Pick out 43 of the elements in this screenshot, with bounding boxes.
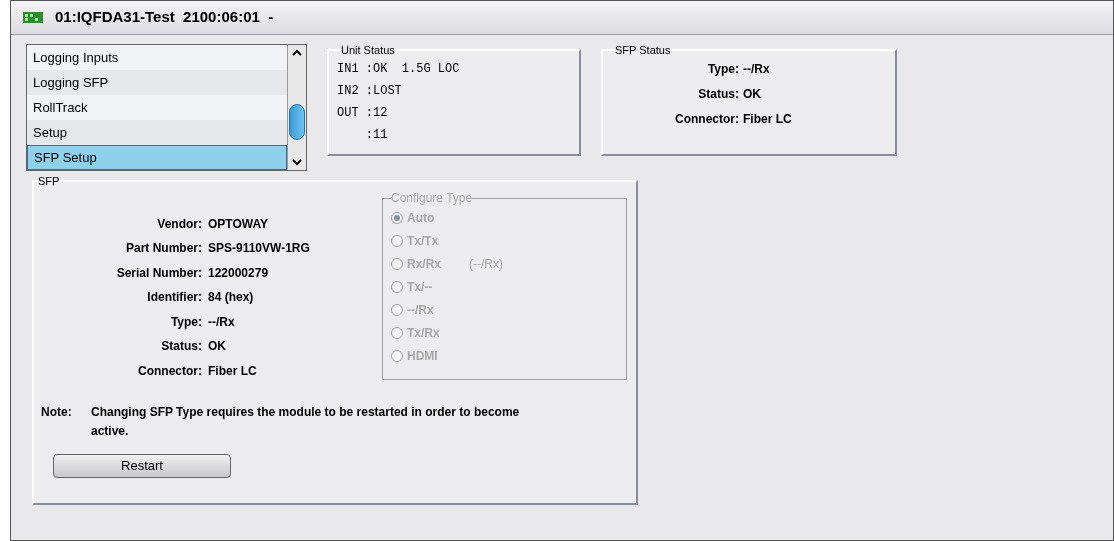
field-value: 122000279 [208, 264, 270, 282]
group-title: SFP Status [615, 44, 671, 56]
field-value: OPTOWAY [208, 216, 270, 233]
field-label: Connector: [674, 111, 740, 128]
group-title: SFP [38, 175, 60, 187]
module-icon [23, 12, 43, 23]
list-item[interactable]: RollTrack [27, 95, 287, 120]
scroll-up-icon[interactable] [292, 49, 302, 56]
list-item[interactable]: Logging SFP [27, 70, 287, 95]
field-value: --/Rx [743, 61, 771, 78]
field-label: Connector: [137, 362, 203, 380]
note-label: Note: [41, 404, 73, 421]
option-note: (--/Rx) [469, 256, 503, 273]
status-line: OUT :12 [337, 105, 389, 122]
field-value: 84 (hex) [208, 289, 255, 307]
list-item[interactable]: Logging Inputs [27, 45, 287, 70]
status-line: IN2 :LOST [337, 83, 403, 100]
scroll-down-icon[interactable] [292, 159, 302, 166]
field-label: Status: [160, 338, 203, 356]
field-value: OK [208, 338, 227, 356]
field-label: Vendor: [156, 216, 203, 233]
status-line: IN1 :OK 1.5G LOC [337, 61, 461, 78]
list-item[interactable]: Setup [27, 120, 287, 145]
status-line: :11 [364, 127, 389, 144]
field-label: Serial Number: [115, 264, 203, 282]
scrollbar[interactable] [287, 45, 306, 170]
list-item[interactable]: SFP Setup [27, 145, 287, 170]
field-value: SPS-9110VW-1RG [208, 240, 311, 258]
field-label: Part Number: [125, 240, 203, 258]
scroll-thumb[interactable] [289, 103, 305, 140]
group-title: Configure Type [391, 192, 473, 204]
field-value: OK [743, 86, 762, 103]
field-value: Fiber LC [743, 111, 793, 128]
window-title: 01:IQFDA31-Test 2100:06:01 - [55, 7, 274, 28]
field-value: --/Rx [208, 313, 236, 331]
restart-button[interactable]: Restart [53, 454, 231, 478]
group-title: Unit Status [341, 44, 395, 56]
field-label: Type: [706, 61, 740, 78]
note-text: Changing SFP Type requires the module to be restarted in order to become active. [91, 404, 521, 440]
field-label: Identifier: [146, 289, 203, 307]
field-label: Type: [169, 313, 203, 331]
field-label: Status: [697, 86, 740, 103]
field-value: Fiber LC [208, 362, 258, 380]
